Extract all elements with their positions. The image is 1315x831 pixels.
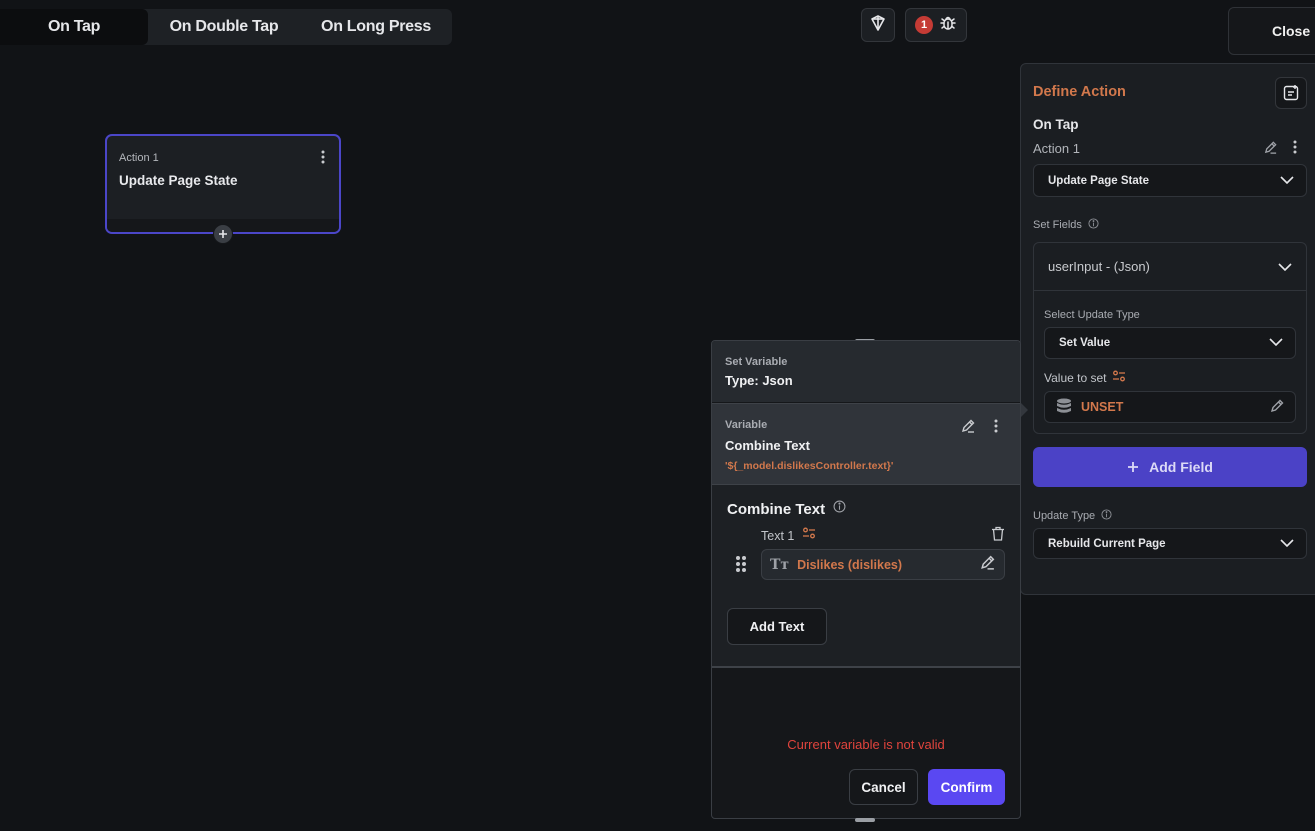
- action-type-value: Update Page State: [1048, 174, 1149, 187]
- trigger-name: On Tap: [1033, 117, 1079, 132]
- note-add-icon: [1283, 85, 1299, 101]
- update-type-label: Update Type: [1033, 509, 1112, 523]
- add-note-button[interactable]: [1275, 77, 1307, 109]
- add-text-button[interactable]: Add Text: [727, 608, 827, 645]
- set-variable-dialog: Set Variable Type: Json Variable Combine…: [711, 340, 1021, 819]
- text1-value: Dislikes (dislikes): [797, 557, 903, 572]
- confirm-button[interactable]: Confirm: [928, 769, 1005, 805]
- field-name: userInput - (Json): [1048, 259, 1150, 274]
- drag-handle-bottom[interactable]: [855, 818, 875, 822]
- action-name: Action 1: [1033, 141, 1080, 156]
- variable-row[interactable]: Variable Combine Text '${_model.dislikes…: [712, 403, 1020, 485]
- select-update-type-label: Select Update Type: [1044, 309, 1140, 321]
- info-icon: [833, 500, 846, 518]
- set-fields-label: Set Fields: [1033, 218, 1099, 232]
- value-to-set-label: Value to set: [1044, 369, 1126, 386]
- more-vertical-icon[interactable]: [1293, 140, 1297, 159]
- field-editor: userInput - (Json) Select Update Type Se…: [1033, 242, 1307, 434]
- database-icon: [1055, 397, 1073, 418]
- dialog-kicker: Set Variable: [725, 356, 788, 368]
- info-icon: [1088, 218, 1099, 232]
- edit-icon[interactable]: [979, 554, 996, 576]
- settings-sliders-icon[interactable]: [802, 526, 816, 545]
- magic-icon: [869, 14, 887, 37]
- variable-code: '${_model.dislikesController.text}': [725, 460, 894, 472]
- node-kicker: Action 1: [119, 152, 159, 164]
- trigger-tabs: On Tap On Double Tap On Long Press: [0, 9, 452, 45]
- text-type-icon: Tт: [770, 556, 790, 573]
- action-type-select[interactable]: Update Page State: [1033, 164, 1307, 197]
- variable-label: Variable: [725, 419, 768, 431]
- plus-icon: [219, 230, 227, 238]
- more-vertical-icon[interactable]: [994, 419, 998, 438]
- chevron-down-icon: [1280, 538, 1294, 550]
- rebuild-select[interactable]: Rebuild Current Page: [1033, 528, 1307, 559]
- panel-title: Define Action: [1033, 84, 1126, 100]
- close-button[interactable]: Close: [1228, 7, 1315, 55]
- plus-icon: [1128, 462, 1139, 472]
- add-field-button[interactable]: Add Field: [1033, 447, 1307, 487]
- tab-on-long-press[interactable]: On Long Press: [300, 9, 452, 45]
- trash-icon[interactable]: [991, 526, 1005, 546]
- error-count-badge: 1: [915, 16, 933, 34]
- debug-button[interactable]: 1: [905, 8, 967, 42]
- info-icon: [1101, 509, 1112, 523]
- edit-icon[interactable]: [1269, 398, 1285, 417]
- combine-text-section: Combine Text Text 1 Tт Dislikes (dislike…: [712, 485, 1020, 668]
- define-action-panel: Define Action On Tap Action 1 Update Pag…: [1020, 63, 1315, 595]
- tab-on-tap[interactable]: On Tap: [0, 9, 148, 45]
- value-source-field[interactable]: UNSET: [1044, 391, 1296, 423]
- bug-icon: [939, 14, 957, 37]
- edit-icon[interactable]: [1263, 140, 1278, 160]
- rebuild-value: Rebuild Current Page: [1048, 537, 1166, 550]
- more-vertical-icon[interactable]: [321, 150, 325, 169]
- combine-text-heading: Combine Text: [727, 500, 846, 518]
- node-title: Update Page State: [119, 173, 238, 188]
- value-state: UNSET: [1081, 400, 1124, 414]
- update-type-value: Set Value: [1059, 337, 1111, 349]
- chevron-down-icon: [1269, 337, 1283, 349]
- add-action-button[interactable]: [213, 224, 233, 244]
- ai-agent-button[interactable]: [861, 8, 895, 42]
- tab-on-double-tap[interactable]: On Double Tap: [148, 9, 300, 45]
- text1-field[interactable]: Tт Dislikes (dislikes): [761, 549, 1005, 580]
- text1-label: Text 1: [761, 526, 816, 545]
- dialog-header: Set Variable Type: Json: [712, 341, 1020, 402]
- action-node[interactable]: Action 1 Update Page State: [105, 134, 341, 234]
- error-message: Current variable is not valid: [787, 737, 945, 752]
- chevron-down-icon: [1278, 259, 1292, 274]
- update-type-select[interactable]: Set Value: [1044, 327, 1296, 359]
- dialog-type: Type: Json: [725, 373, 793, 388]
- cancel-button[interactable]: Cancel: [849, 769, 918, 805]
- settings-sliders-icon[interactable]: [1112, 369, 1126, 386]
- variable-name: Combine Text: [725, 438, 810, 453]
- chevron-down-icon: [1280, 175, 1294, 187]
- drag-handle-icon[interactable]: [735, 555, 747, 578]
- field-header[interactable]: userInput - (Json): [1034, 243, 1306, 291]
- edit-icon[interactable]: [960, 418, 976, 439]
